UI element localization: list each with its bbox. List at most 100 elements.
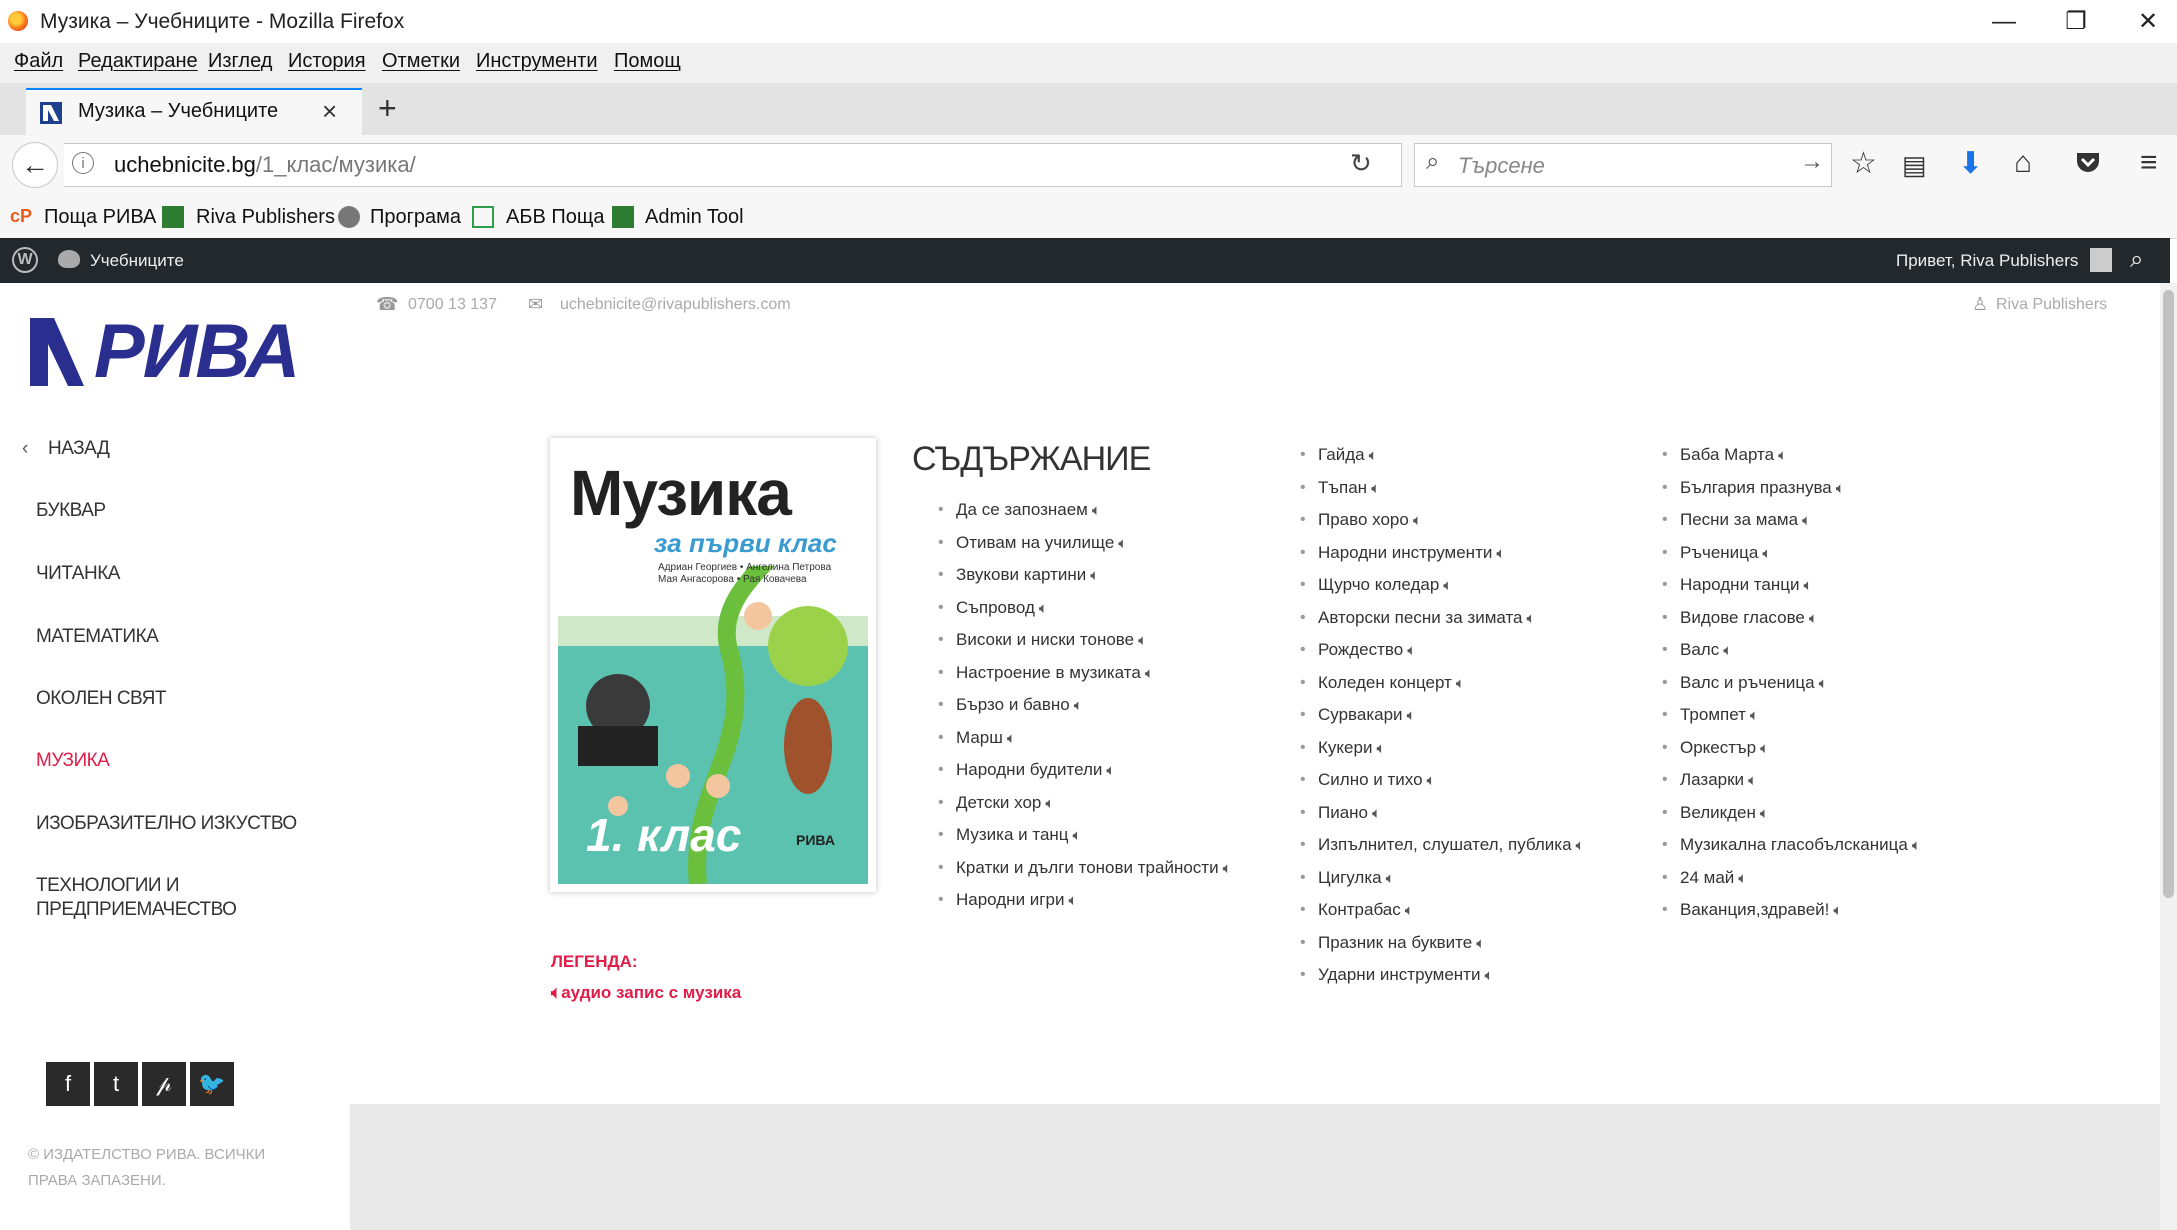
audio-icon[interactable]: 🔈︎ bbox=[1527, 610, 1536, 627]
menu-view[interactable]: Изглед bbox=[208, 50, 272, 73]
contents-item[interactable]: Настроение в музиката🔈︎ bbox=[938, 657, 1268, 690]
search-go-icon[interactable]: → bbox=[1800, 148, 1824, 176]
audio-icon[interactable]: 🔈︎ bbox=[1118, 535, 1127, 552]
contents-item[interactable]: Авторски песни за зимата🔈︎ bbox=[1300, 602, 1610, 635]
audio-icon[interactable]: 🔈︎ bbox=[1413, 512, 1422, 529]
contents-item[interactable]: Великден🔈︎ bbox=[1662, 797, 1992, 830]
close-tab-icon[interactable]: × bbox=[322, 96, 337, 127]
audio-icon[interactable]: 🔈︎ bbox=[1092, 502, 1101, 519]
contents-item[interactable]: Силно и тихо🔈︎ bbox=[1300, 764, 1610, 797]
contents-item[interactable]: Рождество🔈︎ bbox=[1300, 634, 1610, 667]
contents-item[interactable]: Изпълнител, слушател, публика🔈︎ bbox=[1300, 829, 1610, 862]
contents-item[interactable]: Музикална гласобълсканица🔈︎ bbox=[1662, 829, 1992, 862]
hamburger-menu-icon[interactable]: ≡ bbox=[2140, 146, 2158, 180]
tumblr-icon[interactable]: t bbox=[94, 1062, 138, 1106]
contents-item[interactable]: Народни игри🔈︎ bbox=[938, 884, 1268, 917]
reading-list-icon[interactable]: ▤ bbox=[1902, 150, 1927, 181]
bookmark-abv-mail[interactable]: АБВ Поща bbox=[506, 206, 604, 229]
pinterest-icon[interactable]: 𝓅 bbox=[142, 1062, 186, 1106]
close-window-button[interactable]: ✕ bbox=[2118, 4, 2177, 40]
contents-item[interactable]: Сурвакари🔈︎ bbox=[1300, 699, 1610, 732]
bookmark-riva-mail[interactable]: Поща РИВА bbox=[44, 206, 156, 229]
audio-icon[interactable]: 🔈︎ bbox=[1068, 892, 1077, 909]
admin-site-name[interactable]: Учебниците bbox=[90, 251, 184, 271]
new-tab-button[interactable]: + bbox=[378, 90, 397, 127]
audio-icon[interactable]: 🔈︎ bbox=[1803, 577, 1812, 594]
audio-icon[interactable]: 🔈︎ bbox=[1145, 665, 1154, 682]
contents-item[interactable]: Ръченица🔈︎ bbox=[1662, 537, 1992, 570]
sidebar-item-primer[interactable]: БУКВАР bbox=[36, 500, 106, 522]
contents-item[interactable]: Кукери🔈︎ bbox=[1300, 732, 1610, 765]
search-placeholder[interactable]: Търсене bbox=[1458, 153, 1545, 179]
home-icon[interactable]: ⌂ bbox=[2014, 146, 2032, 180]
sidebar-item-fine-arts[interactable]: ИЗОБРАЗИТЕЛНО ИЗКУСТВО bbox=[36, 813, 297, 835]
audio-icon[interactable]: 🔈︎ bbox=[1912, 837, 1921, 854]
audio-icon[interactable]: 🔈︎ bbox=[1496, 545, 1505, 562]
contents-item[interactable]: Контрабас🔈︎ bbox=[1300, 894, 1610, 927]
contents-item[interactable]: Цигулка🔈︎ bbox=[1300, 862, 1610, 895]
header-email[interactable]: uchebnicite@rivapublishers.com bbox=[560, 296, 791, 314]
facebook-icon[interactable]: f bbox=[46, 1062, 90, 1106]
contents-item[interactable]: Гайда🔈︎ bbox=[1300, 439, 1610, 472]
bookmark-program[interactable]: Програма bbox=[370, 206, 461, 229]
admin-greeting[interactable]: Привет, Riva Publishers bbox=[1896, 251, 2078, 271]
contents-item[interactable]: Право хоро🔈︎ bbox=[1300, 504, 1610, 537]
audio-icon[interactable]: 🔈︎ bbox=[1407, 707, 1416, 724]
twitter-icon[interactable]: 🐦 bbox=[190, 1062, 234, 1106]
sidebar-item-technology-line2[interactable]: ПРЕДПРИЕМАЧЕСТВО bbox=[36, 899, 237, 921]
info-icon[interactable]: i bbox=[72, 152, 94, 174]
audio-icon[interactable]: 🔈︎ bbox=[1007, 730, 1016, 747]
sidebar-item-technology-line1[interactable]: ТЕХНОЛОГИИ И bbox=[36, 875, 180, 897]
header-phone[interactable]: 0700 13 137 bbox=[408, 296, 497, 314]
audio-icon[interactable]: 🔈︎ bbox=[1809, 610, 1818, 627]
minimize-button[interactable]: — bbox=[1974, 4, 2034, 40]
menu-history[interactable]: История bbox=[288, 50, 366, 73]
audio-icon[interactable]: 🔈︎ bbox=[1723, 642, 1732, 659]
audio-icon[interactable]: 🔈︎ bbox=[1760, 805, 1769, 822]
contents-item[interactable]: Щурчо коледар🔈︎ bbox=[1300, 569, 1610, 602]
audio-icon[interactable]: 🔈︎ bbox=[1090, 567, 1099, 584]
back-button[interactable]: ← bbox=[12, 142, 58, 188]
menu-file[interactable]: Файл bbox=[14, 50, 63, 73]
menu-tools[interactable]: Инструменти bbox=[476, 50, 598, 73]
wordpress-logo-icon[interactable]: W bbox=[12, 247, 38, 273]
audio-icon[interactable]: 🔈︎ bbox=[1443, 577, 1452, 594]
sidebar-item-music[interactable]: МУЗИКА bbox=[36, 750, 110, 772]
scrollbar-thumb[interactable] bbox=[2163, 290, 2174, 898]
audio-icon[interactable]: 🔈︎ bbox=[1405, 902, 1414, 919]
contents-item[interactable]: Народни инструменти🔈︎ bbox=[1300, 537, 1610, 570]
sidebar-item-math[interactable]: МАТЕМАТИКА bbox=[36, 626, 159, 648]
url-text[interactable]: uchebnicite.bg/1_клас/музика/ bbox=[114, 152, 416, 178]
audio-icon[interactable]: 🔈︎ bbox=[1836, 480, 1845, 497]
audio-icon[interactable]: 🔈︎ bbox=[1223, 860, 1232, 877]
contents-item[interactable]: Пиано🔈︎ bbox=[1300, 797, 1610, 830]
contents-item[interactable]: Кратки и дълги тонови трайности🔈︎ bbox=[938, 852, 1268, 885]
menu-bookmarks[interactable]: Отметки bbox=[382, 50, 460, 73]
contents-item[interactable]: Лазарки🔈︎ bbox=[1662, 764, 1992, 797]
riva-logo[interactable]: РИВА bbox=[28, 312, 328, 392]
audio-icon[interactable]: 🔈︎ bbox=[1762, 545, 1771, 562]
audio-icon[interactable]: 🔈︎ bbox=[1778, 447, 1787, 464]
sidebar-item-reader[interactable]: ЧИТАНКА bbox=[36, 563, 120, 585]
audio-icon[interactable]: 🔈︎ bbox=[1106, 762, 1115, 779]
audio-icon[interactable]: 🔈︎ bbox=[1376, 740, 1385, 757]
contents-item[interactable]: Ваканция,здравей!🔈︎ bbox=[1662, 894, 1992, 927]
audio-icon[interactable]: 🔈︎ bbox=[1386, 870, 1395, 887]
bookmark-admin-tool[interactable]: Admin Tool bbox=[645, 206, 744, 229]
audio-icon[interactable]: 🔈︎ bbox=[1802, 512, 1811, 529]
contents-item[interactable]: Тъпан🔈︎ bbox=[1300, 472, 1610, 505]
contents-item[interactable]: Коледен концерт🔈︎ bbox=[1300, 667, 1610, 700]
audio-icon[interactable]: 🔈︎ bbox=[1833, 902, 1842, 919]
audio-icon[interactable]: 🔈︎ bbox=[1484, 967, 1493, 984]
admin-search-icon[interactable]: ⌕ bbox=[2130, 246, 2143, 274]
sidebar-back[interactable]: НАЗАД bbox=[48, 438, 110, 460]
download-icon[interactable]: ⬇ bbox=[1958, 146, 1983, 181]
audio-icon[interactable]: 🔈︎ bbox=[1407, 642, 1416, 659]
user-avatar[interactable] bbox=[2090, 248, 2112, 272]
contents-item[interactable]: Бързо и бавно🔈︎ bbox=[938, 689, 1268, 722]
audio-icon[interactable]: 🔈︎ bbox=[1476, 935, 1485, 952]
contents-item[interactable]: Музика и танц🔈︎ bbox=[938, 819, 1268, 852]
audio-icon[interactable]: 🔈︎ bbox=[1750, 707, 1759, 724]
audio-icon[interactable]: 🔈︎ bbox=[1074, 697, 1083, 714]
audio-icon[interactable]: 🔈︎ bbox=[1369, 447, 1378, 464]
